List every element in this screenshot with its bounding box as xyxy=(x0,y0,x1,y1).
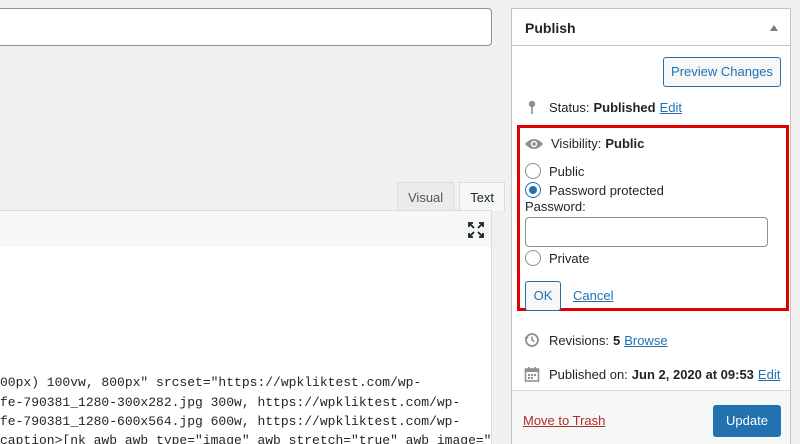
calendar-icon xyxy=(524,366,540,382)
code-line: fe-790381_1280-300x282.jpg 300w, https:/… xyxy=(0,395,461,410)
editor-tabs: Visual Text xyxy=(392,182,506,211)
visibility-label: Visibility: xyxy=(551,136,602,151)
radio-button[interactable] xyxy=(525,182,541,198)
published-on-row: Published on: Jun 2, 2020 at 09:53 Edit xyxy=(524,364,780,384)
update-button[interactable]: Update xyxy=(713,405,781,437)
code-line: 00px) 100vw, 800px" srcset="https://wpkl… xyxy=(0,375,422,390)
collapse-arrow-icon[interactable] xyxy=(770,25,778,31)
revisions-label: Revisions: xyxy=(549,332,609,348)
published-on-value: Jun 2, 2020 at 09:53 xyxy=(631,366,754,382)
revisions-browse-link[interactable]: Browse xyxy=(624,333,667,348)
published-on-edit-link[interactable]: Edit xyxy=(758,367,780,382)
status-edit-link[interactable]: Edit xyxy=(660,100,682,115)
publish-footer: Move to Trash Update xyxy=(512,390,790,444)
radio-button[interactable] xyxy=(525,250,541,266)
code-line: caption>[nk_awb awb_type="image" awb_str… xyxy=(0,433,492,444)
status-row: Status: Published Edit xyxy=(524,97,682,117)
visibility-panel: Visibility: Public Public Password prote… xyxy=(517,125,789,311)
eye-icon xyxy=(524,137,544,151)
radio-label: Public xyxy=(549,163,585,179)
visibility-row: Visibility: Public xyxy=(524,136,644,151)
password-label: Password: xyxy=(525,199,586,214)
radio-label: Private xyxy=(549,250,590,266)
revisions-row: Revisions: 5 Browse xyxy=(524,330,668,350)
tab-text[interactable]: Text xyxy=(459,182,506,211)
revisions-count: 5 xyxy=(612,332,621,348)
radio-label: Password protected xyxy=(549,182,664,198)
preview-changes-button[interactable]: Preview Changes xyxy=(663,57,781,87)
history-icon xyxy=(524,332,540,348)
status-value: Published xyxy=(593,99,656,115)
published-on-label: Published on: xyxy=(549,366,628,382)
publish-title: Publish xyxy=(525,20,576,36)
post-title-input[interactable] xyxy=(0,8,492,46)
editor-toolbar xyxy=(0,210,492,248)
radio-password-protected[interactable]: Password protected xyxy=(525,182,664,198)
move-to-trash-link[interactable]: Move to Trash xyxy=(523,413,605,428)
pin-icon xyxy=(524,99,540,115)
password-input[interactable] xyxy=(525,217,768,247)
code-line: fe-790381_1280-600x564.jpg 600w, https:/… xyxy=(0,414,461,429)
status-label: Status: xyxy=(549,99,590,115)
radio-private[interactable]: Private xyxy=(525,250,589,266)
tab-visual[interactable]: Visual xyxy=(397,182,455,211)
ok-button[interactable]: OK xyxy=(525,281,561,311)
visibility-value: Public xyxy=(605,136,645,151)
cancel-link[interactable]: Cancel xyxy=(573,288,613,303)
publish-header: Publish xyxy=(512,9,790,46)
fullscreen-icon[interactable] xyxy=(467,221,485,239)
publish-box: Publish Preview Changes Status: Publishe… xyxy=(511,8,791,444)
radio-public[interactable]: Public xyxy=(525,163,584,179)
text-editor-area[interactable]: 00px) 100vw, 800px" srcset="https://wpkl… xyxy=(0,247,492,444)
radio-button[interactable] xyxy=(525,163,541,179)
